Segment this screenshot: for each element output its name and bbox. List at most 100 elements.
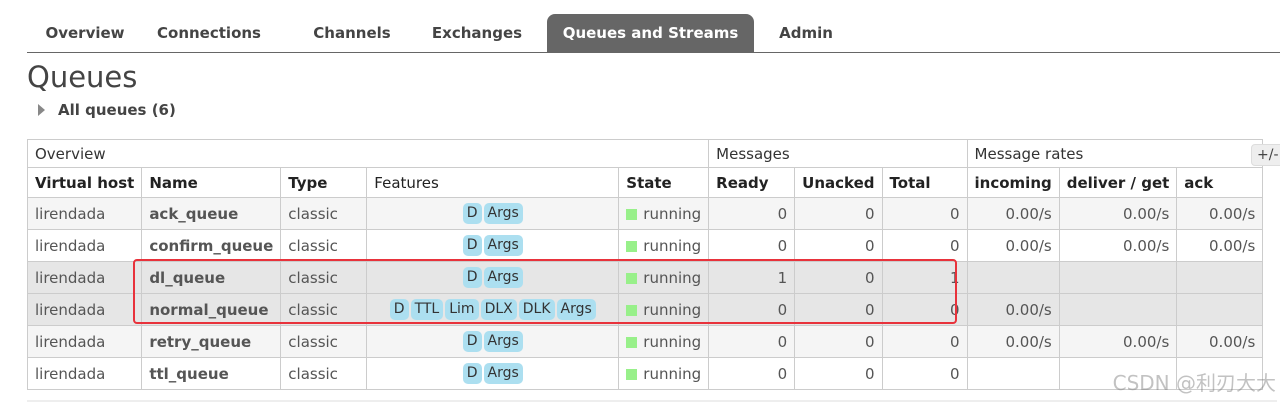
cell-virtual-host: lirendada [26, 229, 143, 262]
col-incoming[interactable]: incoming [966, 167, 1060, 198]
cell-ready: 0 [708, 197, 796, 230]
cell-unacked: 0 [794, 229, 883, 262]
cell-ready: 1 [708, 261, 796, 294]
queues-table: Overview Messages Message rates Virtual … [26, 139, 1264, 390]
cell-features: D TTL Lim DLX DLK Args [366, 293, 620, 326]
cell-incoming-rate: 0.00/s [966, 197, 1060, 230]
cell-ready: 0 [708, 325, 796, 358]
state-running-icon [626, 336, 638, 348]
cell-deliver-get-rate: 0.00/s [1058, 229, 1178, 262]
cell-total: 0 [881, 197, 968, 230]
column-toggle-button[interactable]: +/- [1251, 144, 1280, 166]
cell-ack-rate [1176, 261, 1264, 294]
cell-state: running [618, 229, 710, 262]
tab-exchanges[interactable]: Exchanges [417, 14, 537, 52]
tab-channels[interactable]: Channels [297, 14, 407, 52]
feature-badge-args: Args [483, 363, 523, 384]
cell-queue-name-link[interactable]: normal_queue [141, 293, 282, 326]
cell-deliver-get-rate: 0.00/s [1058, 325, 1178, 358]
cell-unacked: 0 [794, 325, 883, 358]
tab-queues-and-streams[interactable]: Queues and Streams [547, 14, 754, 52]
state-label: running [643, 204, 702, 223]
state-label: running [643, 268, 702, 287]
cell-type: classic [280, 229, 368, 262]
cell-unacked: 0 [794, 261, 883, 294]
feature-badge-dlx: DLX [480, 299, 517, 320]
cell-state: running [618, 325, 710, 358]
cell-total: 0 [881, 325, 968, 358]
cell-features: D Args [366, 261, 620, 294]
expand-triangle-icon [38, 104, 45, 116]
watermark-text: CSDN @利刃大大 [1112, 371, 1276, 395]
col-virtual-host[interactable]: Virtual host [26, 167, 143, 198]
cell-virtual-host: lirendada [26, 357, 143, 390]
cell-ready: 0 [708, 357, 796, 390]
feature-badge-ttl: TTL [410, 299, 444, 320]
cell-deliver-get-rate [1058, 261, 1178, 294]
tab-connections[interactable]: Connections [147, 14, 271, 52]
cell-queue-name-link[interactable]: ttl_queue [141, 357, 282, 390]
cell-virtual-host: lirendada [26, 325, 143, 358]
cell-queue-name-link[interactable]: dl_queue [141, 261, 282, 294]
state-running-icon [626, 240, 638, 252]
cell-state: running [618, 261, 710, 294]
feature-badge-d: D [462, 331, 482, 352]
cell-unacked: 0 [794, 293, 883, 326]
cell-ack-rate [1176, 293, 1264, 326]
table-row: lirendada confirm_queue classic D Args runnin… [26, 229, 1264, 262]
cell-ack-rate: 0.00/s [1176, 229, 1264, 262]
cell-total: 0 [881, 293, 968, 326]
feature-badge-args: Args [556, 299, 596, 320]
cell-ack-rate: 0.00/s [1176, 325, 1264, 358]
cell-total: 0 [881, 229, 968, 262]
col-unacked[interactable]: Unacked [794, 167, 883, 198]
cell-ack-rate: 0.00/s [1176, 197, 1264, 230]
feature-badge-d: D [462, 267, 482, 288]
page-title: Queues [27, 60, 138, 94]
all-queues-toggle[interactable]: All queues (6) [38, 99, 176, 121]
cell-incoming-rate [966, 357, 1060, 390]
cell-type: classic [280, 197, 368, 230]
cell-ready: 0 [708, 229, 796, 262]
cell-queue-name-link[interactable]: confirm_queue [141, 229, 282, 262]
group-header-message-rates: Message rates [966, 139, 1264, 168]
col-deliver-get[interactable]: deliver / get [1058, 167, 1178, 198]
table-row: lirendada retry_queue classic D Args running 0… [26, 325, 1264, 358]
table-row: lirendada normal_queue classic D TTL Lim DLX DL… [26, 293, 1264, 326]
feature-badge-d: D [462, 203, 482, 224]
group-header-overview: Overview [26, 139, 710, 168]
state-running-icon [626, 272, 638, 284]
feature-badge-d: D [389, 299, 409, 320]
cell-virtual-host: lirendada [26, 293, 143, 326]
cell-total: 1 [881, 261, 968, 294]
state-running-icon [626, 208, 638, 220]
cell-queue-name-link[interactable]: retry_queue [141, 325, 282, 358]
main-nav-tabs: Overview Connections Channels Exchanges … [27, 14, 1280, 53]
divider [27, 400, 1277, 402]
feature-badge-d: D [462, 363, 482, 384]
col-ready[interactable]: Ready [708, 167, 796, 198]
tab-overview[interactable]: Overview [27, 14, 143, 52]
feature-badge-args: Args [483, 203, 523, 224]
cell-incoming-rate: 0.00/s [966, 325, 1060, 358]
col-name[interactable]: Name [141, 167, 282, 198]
table-row: lirendada dl_queue classic D Args running 1 0 1 [26, 261, 1264, 294]
state-label: running [643, 332, 702, 351]
col-total[interactable]: Total [881, 167, 968, 198]
tab-admin[interactable]: Admin [767, 14, 845, 52]
cell-queue-name-link[interactable]: ack_queue [141, 197, 282, 230]
cell-unacked: 0 [794, 197, 883, 230]
cell-incoming-rate [966, 261, 1060, 294]
feature-badge-args: Args [483, 267, 523, 288]
all-queues-label: All queues (6) [58, 101, 176, 119]
cell-ready: 0 [708, 293, 796, 326]
cell-features: D Args [366, 229, 620, 262]
cell-total: 0 [881, 357, 968, 390]
cell-type: classic [280, 293, 368, 326]
col-state[interactable]: State [618, 167, 710, 198]
cell-type: classic [280, 325, 368, 358]
col-ack[interactable]: ack [1176, 167, 1264, 198]
table-row: lirendada ack_queue classic D Args running 0 0 0… [26, 197, 1264, 230]
col-type[interactable]: Type [280, 167, 368, 198]
feature-badge-lim: Lim [445, 299, 479, 320]
